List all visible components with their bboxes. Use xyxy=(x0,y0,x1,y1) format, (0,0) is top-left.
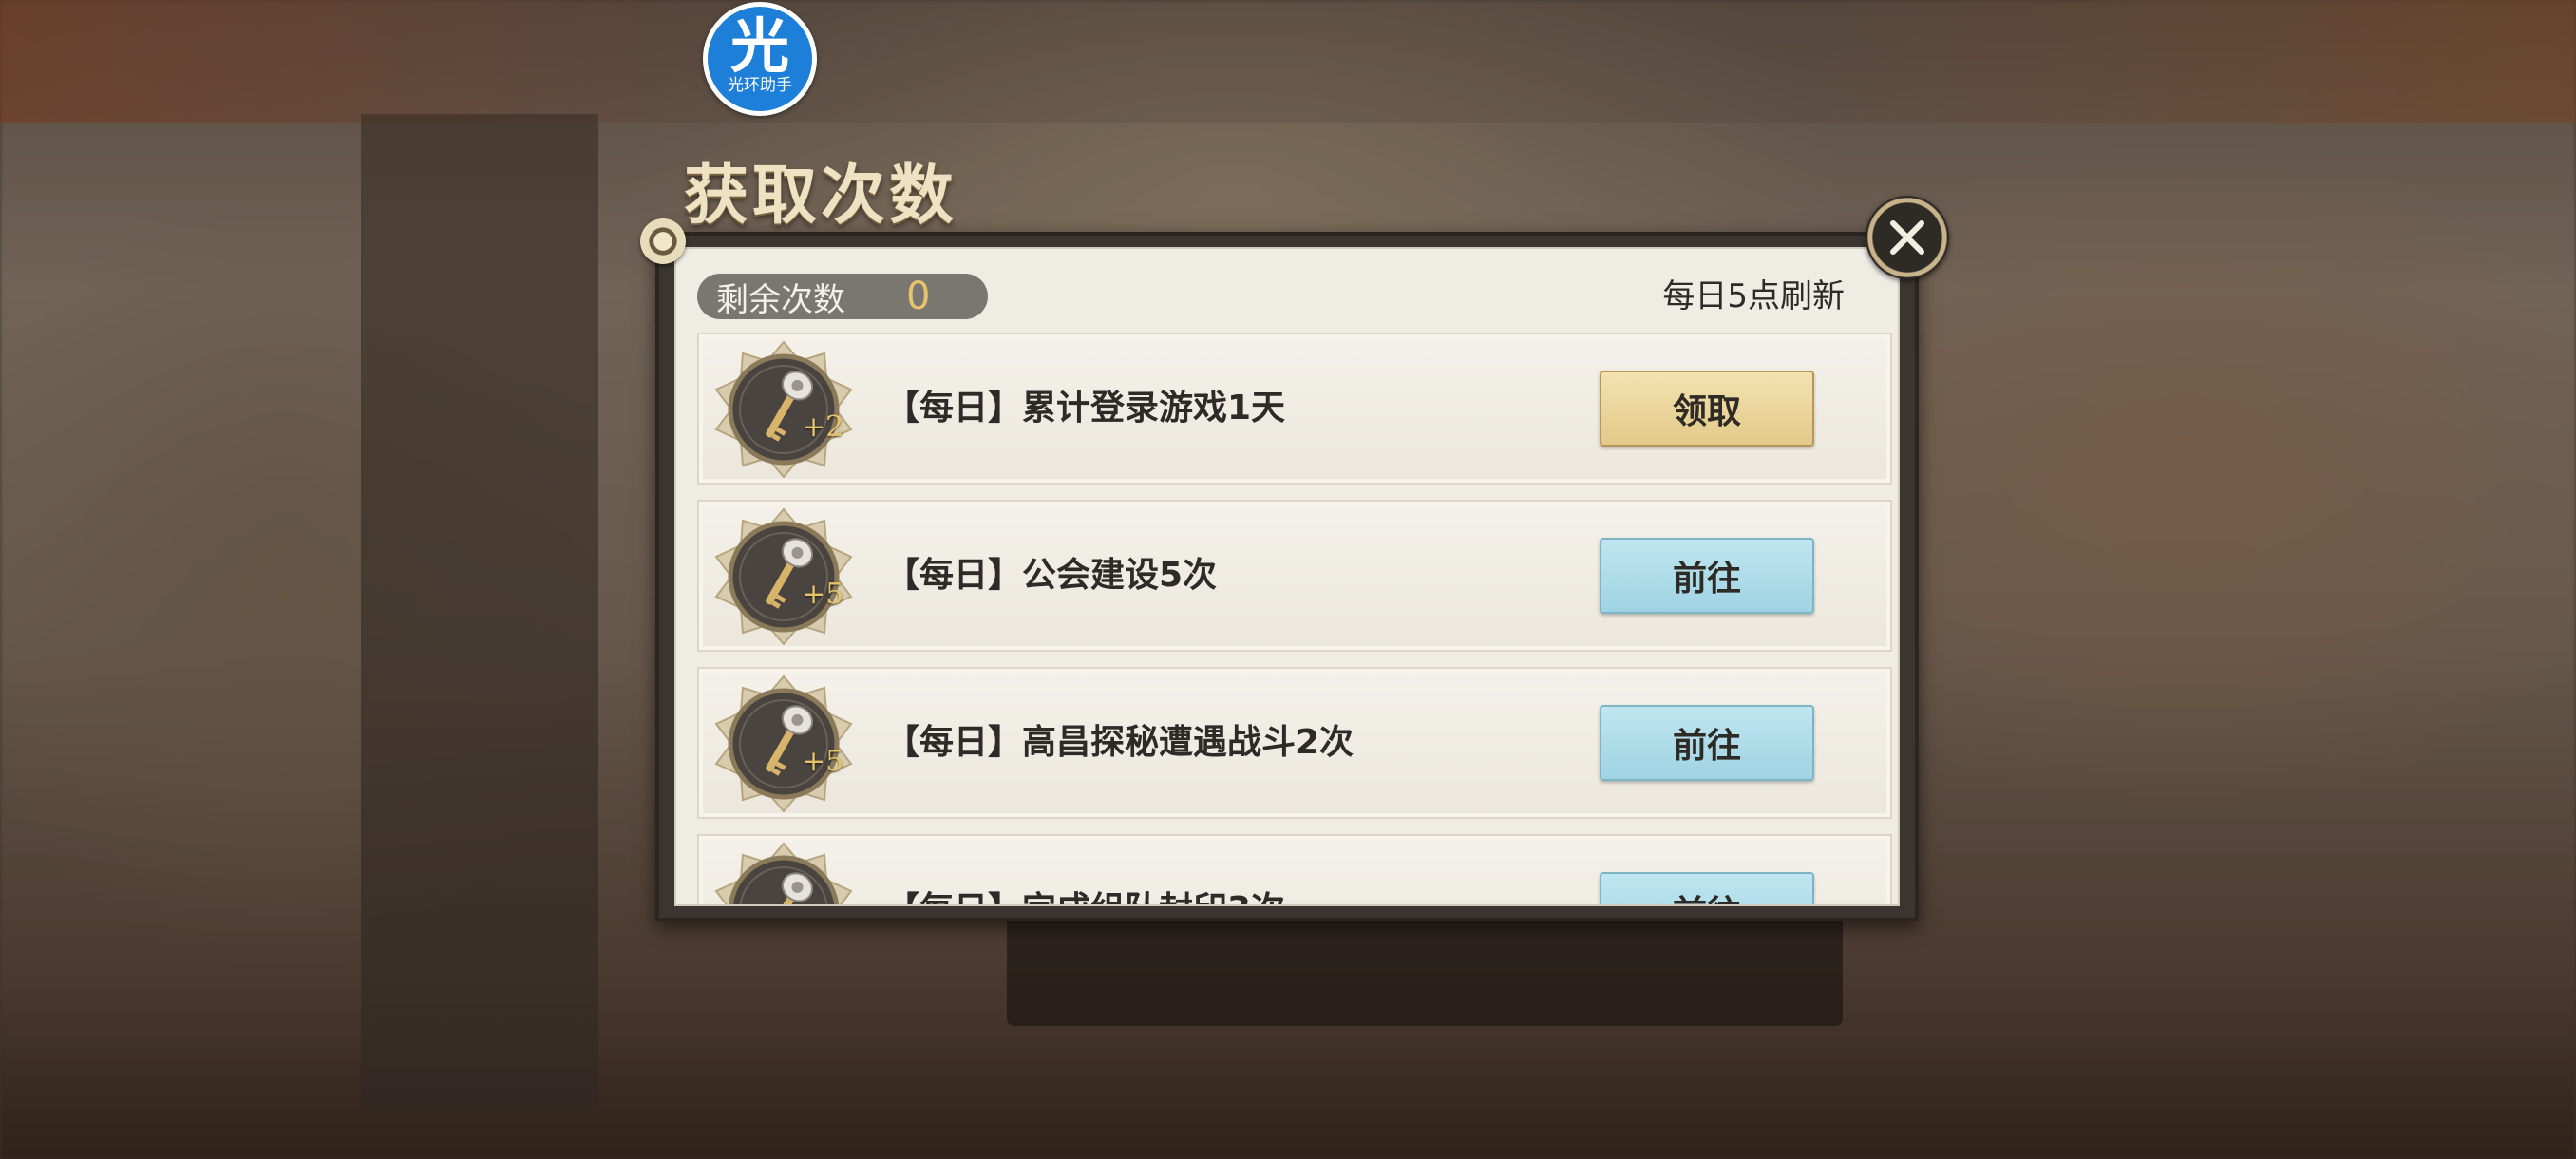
dialog-panel: 剩余次数 0 每日5点刷新 +2 【每日】累计登录游戏1天 领取 +5 【每日】… xyxy=(655,232,1919,922)
remaining-count-pill: 剩余次数 0 xyxy=(697,274,988,319)
task-text: 【每日】公会建设5次 xyxy=(885,556,1218,595)
task-row-3: +5 【每日】高昌探秘遭遇战斗2次 前往 xyxy=(697,667,1892,819)
key-medallion-icon xyxy=(714,340,853,479)
task-row-1: +2 【每日】累计登录游戏1天 领取 xyxy=(697,332,1892,484)
task-row-4: 【每日】完成组队封印3次 前往 xyxy=(697,834,1892,904)
remaining-value: 0 xyxy=(906,275,931,318)
panel-corner-ornament xyxy=(640,218,686,264)
goto-button[interactable]: 前往 xyxy=(1600,705,1814,781)
task-text: 【每日】高昌探秘遭遇战斗2次 xyxy=(885,723,1354,762)
task-bonus: +5 xyxy=(802,578,844,611)
task-text: 【每日】完成组队封印3次 xyxy=(885,836,1285,904)
remaining-label: 剩余次数 xyxy=(716,280,845,319)
goto-button[interactable]: 前往 xyxy=(1600,538,1814,614)
dialog-title: 获取次数 xyxy=(684,159,958,234)
task-text: 【每日】累计登录游戏1天 xyxy=(885,389,1286,428)
task-bonus: +2 xyxy=(802,410,844,444)
dialog-content: 剩余次数 0 每日5点刷新 +2 【每日】累计登录游戏1天 领取 +5 【每日】… xyxy=(674,247,1900,906)
goto-button[interactable]: 前往 xyxy=(1600,872,1814,904)
task-list: +2 【每日】累计登录游戏1天 领取 +5 【每日】公会建设5次 前往 +5 【… xyxy=(697,332,1892,904)
key-medallion-icon xyxy=(714,507,853,646)
helper-app-badge[interactable]: 光 光环助手 xyxy=(703,2,817,116)
key-medallion-icon xyxy=(714,674,853,813)
helper-glyph: 光 xyxy=(729,11,789,81)
helper-label: 光环助手 xyxy=(728,76,792,95)
close-icon xyxy=(1890,220,1924,255)
close-button[interactable] xyxy=(1866,196,1949,279)
task-bonus: +5 xyxy=(802,745,844,778)
key-medallion-icon xyxy=(714,842,853,904)
refresh-note: 每日5点刷新 xyxy=(1662,277,1845,315)
claim-button[interactable]: 领取 xyxy=(1600,370,1814,446)
task-row-2: +5 【每日】公会建设5次 前往 xyxy=(697,500,1892,652)
